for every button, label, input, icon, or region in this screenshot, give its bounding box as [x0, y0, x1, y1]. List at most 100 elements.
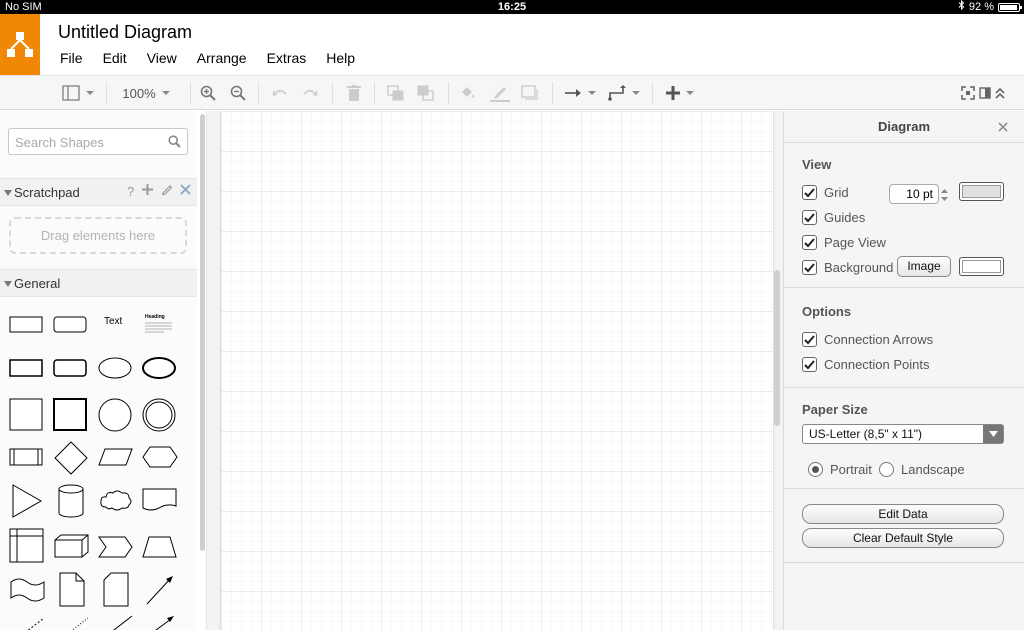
menu-bar: File Edit View Arrange Extras Help — [50, 50, 365, 66]
cloud-shape[interactable] — [98, 487, 134, 513]
grid-size-input[interactable]: 10 pt — [889, 184, 939, 204]
ellipse-bold-shape[interactable] — [140, 355, 178, 381]
ellipse-shape[interactable] — [96, 355, 134, 381]
page-view-option[interactable]: Page View — [802, 235, 886, 250]
background-color-button[interactable] — [959, 257, 1004, 276]
guides-checkbox[interactable] — [802, 210, 817, 225]
zoom-in-button[interactable] — [198, 76, 218, 110]
fullscreen-button[interactable] — [960, 76, 976, 110]
trapezoid-shape[interactable] — [141, 535, 179, 559]
background-option[interactable]: Background — [802, 260, 893, 275]
general-header[interactable]: General — [0, 269, 197, 297]
landscape-radio[interactable] — [879, 462, 894, 477]
zoom-dropdown[interactable]: 100% — [114, 76, 178, 110]
card-shape[interactable] — [102, 572, 130, 608]
line-shape[interactable] — [108, 614, 134, 630]
options-section: Options Connection Arrows Connection Poi… — [784, 288, 1024, 388]
process-shape[interactable] — [9, 446, 45, 468]
diagram-canvas[interactable] — [207, 111, 783, 630]
square-bold-shape[interactable] — [53, 398, 89, 432]
rounded-rectangle-shape[interactable] — [53, 314, 89, 334]
guides-option[interactable]: Guides — [802, 210, 865, 225]
dotted-line-shape[interactable] — [64, 616, 90, 630]
portrait-radio[interactable] — [808, 462, 823, 477]
scratchpad-header[interactable]: Scratchpad ? — [0, 178, 197, 206]
to-back-button[interactable] — [416, 76, 436, 110]
fill-color-button[interactable] — [458, 76, 478, 110]
menu-help[interactable]: Help — [316, 50, 365, 66]
scratchpad-dropzone[interactable]: Drag elements here — [9, 217, 187, 254]
delete-button[interactable] — [344, 76, 364, 110]
connection-arrows-option[interactable]: Connection Arrows — [802, 332, 933, 347]
edit-data-button[interactable]: Edit Data — [802, 504, 1004, 524]
collapse-toolbar-button[interactable] — [993, 76, 1007, 110]
zoom-out-button[interactable] — [228, 76, 248, 110]
internal-storage-shape[interactable] — [9, 528, 45, 564]
sidebar-scrollbar[interactable] — [200, 114, 205, 551]
landscape-option[interactable]: Landscape — [879, 462, 965, 477]
menu-edit[interactable]: Edit — [93, 50, 137, 66]
rectangle-bold-shape[interactable] — [9, 358, 45, 378]
page-view-checkbox[interactable] — [802, 235, 817, 250]
undo-button[interactable] — [270, 76, 290, 110]
triangle-shape[interactable] — [9, 484, 45, 518]
format-panel-toggle[interactable] — [978, 76, 992, 110]
rectangle-shape[interactable] — [9, 314, 45, 334]
connection-arrows-checkbox[interactable] — [802, 332, 817, 347]
square-shape[interactable] — [9, 398, 45, 432]
menu-extras[interactable]: Extras — [257, 50, 317, 66]
note-shape[interactable] — [58, 572, 86, 608]
view-section-title: View — [802, 157, 832, 172]
circle-shape[interactable] — [97, 397, 133, 433]
menu-arrange[interactable]: Arrange — [187, 50, 257, 66]
cube-shape[interactable] — [53, 534, 91, 560]
paper-size-select[interactable]: US-Letter (8,5" x 11") — [802, 424, 1004, 444]
diagram-page[interactable] — [221, 111, 773, 630]
insert-button[interactable] — [662, 76, 698, 110]
connection-style-button[interactable] — [562, 76, 598, 110]
shadow-button[interactable] — [520, 76, 540, 110]
scratchpad-edit-button[interactable] — [161, 183, 173, 198]
scratchpad-close-button[interactable] — [180, 183, 191, 198]
close-icon[interactable] — [998, 119, 1008, 135]
connection-points-checkbox[interactable] — [802, 357, 817, 372]
clear-default-style-button[interactable]: Clear Default Style — [802, 528, 1004, 548]
canvas-scrollbar[interactable] — [774, 270, 780, 426]
grid-option[interactable]: Grid — [802, 185, 849, 200]
menu-file[interactable]: File — [50, 50, 93, 66]
background-image-button[interactable]: Image — [897, 256, 951, 277]
search-icon[interactable] — [168, 135, 181, 153]
arrow-shape[interactable] — [150, 614, 176, 630]
grid-color-button[interactable] — [959, 182, 1004, 201]
parallelogram-shape[interactable] — [97, 446, 135, 468]
step-shape[interactable] — [97, 535, 135, 559]
redo-button[interactable] — [300, 76, 320, 110]
diamond-shape[interactable] — [53, 441, 89, 475]
tape-shape[interactable] — [9, 576, 47, 604]
line-color-button[interactable] — [488, 76, 512, 110]
waypoints-button[interactable] — [606, 76, 642, 110]
hexagon-shape[interactable] — [141, 445, 179, 469]
double-circle-shape[interactable] — [141, 397, 177, 433]
textbox-shape[interactable]: Heading — [142, 312, 176, 336]
scratchpad-help-button[interactable]: ? — [127, 184, 134, 199]
view-panels-button[interactable] — [58, 76, 98, 110]
scratchpad-add-button[interactable] — [142, 183, 153, 198]
grid-size-stepper[interactable] — [940, 186, 949, 204]
grid-checkbox[interactable] — [802, 185, 817, 200]
grid-label: Grid — [824, 185, 849, 200]
connection-points-label: Connection Points — [824, 357, 930, 372]
rounded-rectangle-bold-shape[interactable] — [53, 358, 89, 378]
to-front-button[interactable] — [386, 76, 406, 110]
dashed-line-shape[interactable] — [20, 616, 46, 630]
portrait-option[interactable]: Portrait — [808, 462, 872, 477]
search-input[interactable] — [15, 133, 165, 151]
cylinder-shape[interactable] — [57, 483, 87, 519]
text-shape[interactable]: Text — [104, 316, 122, 327]
document-shape[interactable] — [141, 487, 179, 513]
background-checkbox[interactable] — [802, 260, 817, 275]
connection-points-option[interactable]: Connection Points — [802, 357, 930, 372]
document-title[interactable]: Untitled Diagram — [58, 22, 192, 43]
menu-view[interactable]: View — [137, 50, 187, 66]
arrow-line-shape[interactable] — [145, 574, 175, 606]
